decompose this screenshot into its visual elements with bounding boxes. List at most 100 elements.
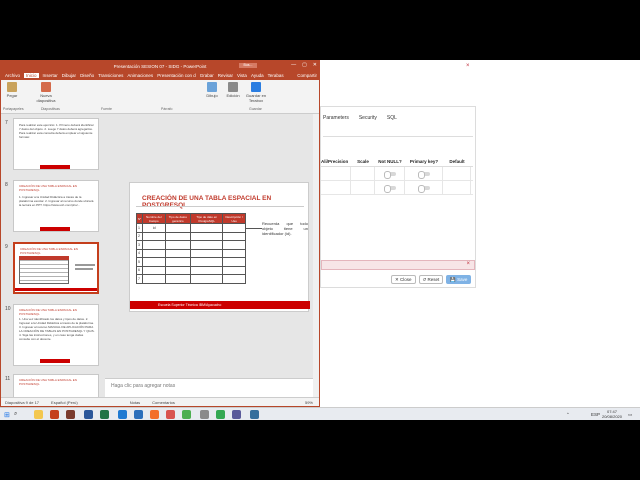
app-icon[interactable] <box>200 410 209 419</box>
powerpoint-icon[interactable] <box>50 410 59 419</box>
tab-terabox[interactable]: Terabas <box>268 73 284 78</box>
save-terabox-button[interactable]: Guardar en Terabox <box>245 82 267 103</box>
folder-icon[interactable] <box>134 410 143 419</box>
edit-button[interactable]: Edición <box>225 82 241 98</box>
default-cell[interactable] <box>443 181 471 194</box>
app-icon[interactable] <box>66 410 75 419</box>
chrome-icon[interactable] <box>216 410 225 419</box>
precision-cell[interactable] <box>321 181 351 194</box>
language-status[interactable]: Español (Perú) <box>51 400 78 405</box>
close-alert-icon[interactable]: × <box>466 261 470 267</box>
comments-button[interactable]: Comentarios <box>152 400 175 405</box>
thumb-text: 1. Una vez identificado los datos y tipo… <box>19 317 95 341</box>
thumb-number: 7 <box>5 120 8 126</box>
maximize-icon[interactable]: ▢ <box>302 62 307 68</box>
close-button[interactable]: ✕ Close <box>391 275 416 284</box>
excel-icon[interactable] <box>100 410 109 419</box>
tab-inicio[interactable]: Inicio <box>24 73 39 78</box>
vertical-scrollbar[interactable] <box>313 114 319 397</box>
media-icon[interactable] <box>166 410 175 419</box>
tab-insertar[interactable]: Insertar <box>43 73 58 78</box>
table-row <box>321 181 473 195</box>
tab-dibujar[interactable]: Dibujar <box>62 73 76 78</box>
ribbon: Pegar Nueva diapositiva Dibujo Edición G… <box>1 80 319 114</box>
scale-cell[interactable] <box>351 167 375 180</box>
draw-button[interactable]: Dibujo <box>205 82 219 98</box>
thumbnail-slide-8[interactable]: CREACIÓN DE UNA TABLA ESPACIAL EN POSTGR… <box>13 180 99 232</box>
search-input[interactable]: Bus... <box>239 63 257 68</box>
tab-ayuda[interactable]: Ayuda <box>251 73 264 78</box>
windows-start-icon[interactable]: ⊞ <box>4 411 10 419</box>
table-cell <box>164 257 192 267</box>
draw-icon <box>207 82 217 92</box>
edge-icon[interactable] <box>118 410 127 419</box>
scale-cell[interactable] <box>351 181 375 194</box>
tab-revisar[interactable]: Revisar <box>218 73 233 78</box>
clock[interactable]: 07:47 20/08/2020 <box>602 409 622 419</box>
table-cell <box>142 240 166 250</box>
table-row: 2 <box>136 231 246 241</box>
columns-grid: Ali/Precision Scale Not NULL? Primary ke… <box>321 157 473 195</box>
minimize-icon[interactable]: — <box>291 62 296 68</box>
language-indicator[interactable]: ESP <box>591 412 600 417</box>
notifications-icon[interactable]: ▭ <box>628 412 632 418</box>
table-cell <box>190 248 224 258</box>
tab-diseno[interactable]: Diseño <box>80 73 94 78</box>
tab-animaciones[interactable]: Animaciones <box>127 73 153 78</box>
slide-table: N° Nombre del Campo Tipo de datos genéri… <box>136 213 246 284</box>
col-not-null: Not NULL? <box>378 159 402 164</box>
connector-line <box>246 228 262 229</box>
current-slide[interactable]: CREACIÓN DE UNA TABLA ESPACIAL EN POSTGR… <box>129 182 310 312</box>
table-cell: id <box>142 223 166 233</box>
primary-key-toggle[interactable] <box>405 167 443 180</box>
tab-vista[interactable]: Vista <box>237 73 247 78</box>
powerpoint-window: Presentación SESION 07 - SIDG - PowerPoi… <box>0 60 320 407</box>
paste-button[interactable]: Pegar <box>5 82 19 98</box>
dialog-buttons: ✕ Close ↺ Reset 💾 Save <box>391 275 472 284</box>
share-button[interactable]: Compartir <box>297 73 317 78</box>
close-icon[interactable]: ✕ <box>313 62 317 68</box>
notes-pane[interactable]: Haga clic para agregar notas <box>105 378 313 397</box>
not-null-toggle[interactable] <box>375 181 405 194</box>
network-icon[interactable]: ⌃ <box>566 412 570 418</box>
pgadmin-icon[interactable] <box>250 410 259 419</box>
thumb-heading: CREACIÓN DE UNA TABLA ESPACIAL EN POSTGR… <box>19 308 77 316</box>
precision-cell[interactable] <box>321 167 351 180</box>
thumbnail-slide-7[interactable]: Para realizar este ejercicio: 1. Primero… <box>13 118 99 170</box>
zoom-level[interactable]: 59% <box>305 400 313 405</box>
tab-transiciones[interactable]: Transiciones <box>98 73 123 78</box>
close-dialog-icon[interactable]: × <box>466 63 470 69</box>
default-cell[interactable] <box>443 167 471 180</box>
reset-button[interactable]: ↺ Reset <box>418 275 444 284</box>
thumbnail-slide-11[interactable]: CREACIÓN DE UNA TABLA ESPACIAL EN POSTGR… <box>13 374 99 397</box>
tab-presentacion[interactable]: Presentación con d <box>157 73 196 78</box>
brave-icon[interactable] <box>150 410 159 419</box>
tab-archivo[interactable]: Archivo <box>5 73 20 78</box>
table-cell <box>222 231 246 241</box>
tab-parameters[interactable]: Parameters <box>323 115 349 121</box>
primary-key-toggle[interactable] <box>405 181 443 194</box>
divider <box>136 206 304 207</box>
tab-sql[interactable]: SQL <box>387 115 397 121</box>
chrome-icon[interactable] <box>182 410 191 419</box>
save-button[interactable]: 💾 Save <box>446 275 472 284</box>
thumbnail-slide-10[interactable]: CREACIÓN DE UNA TABLA ESPACIAL EN POSTGR… <box>13 304 99 366</box>
new-slide-button[interactable]: Nueva diapositiva <box>35 82 57 103</box>
file-explorer-icon[interactable] <box>34 410 43 419</box>
tab-security[interactable]: Security <box>359 115 377 121</box>
notes-button[interactable]: Notas <box>130 400 140 405</box>
not-null-toggle[interactable] <box>375 167 405 180</box>
table-cell <box>222 223 246 233</box>
tab-grabar[interactable]: Grabar <box>200 73 214 78</box>
app-icon[interactable] <box>232 410 241 419</box>
col-precision: Ali/Precision <box>321 159 349 164</box>
workspace: 7 Para realizar este ejercicio: 1. Prime… <box>1 114 319 397</box>
thumb-number: 11 <box>5 376 11 382</box>
word-icon[interactable] <box>84 410 93 419</box>
thumbnail-slide-9[interactable]: CREACIÓN DE UNA TABLA ESPACIAL EN POSTGR… <box>13 242 99 294</box>
pgadmin-select[interactable] <box>323 131 473 137</box>
search-icon[interactable]: ⌕ <box>14 411 17 418</box>
thumb-table-header <box>19 256 69 260</box>
thumb-number: 10 <box>5 306 11 312</box>
slide-editor: CREACIÓN DE UNA TABLA ESPACIAL EN POSTGR… <box>105 114 319 397</box>
